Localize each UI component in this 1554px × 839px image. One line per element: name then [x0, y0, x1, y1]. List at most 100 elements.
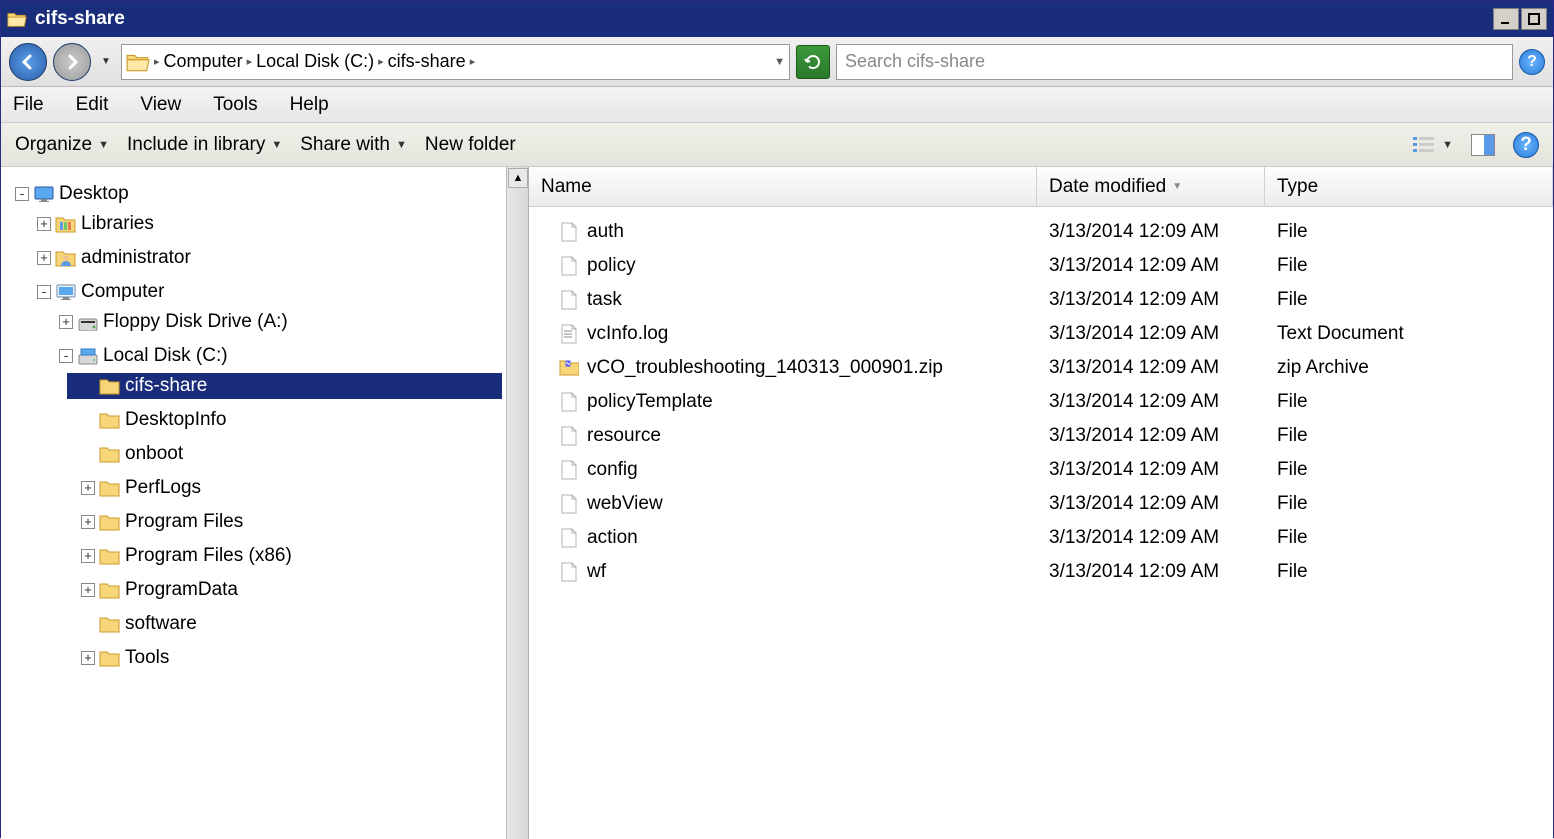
file-name: task — [587, 289, 622, 311]
menu-view[interactable]: View — [140, 94, 181, 116]
tree-item-programdata[interactable]: +ProgramData — [81, 577, 524, 603]
tree-item-perflogs[interactable]: +PerfLogs — [81, 475, 524, 501]
refresh-button[interactable] — [796, 45, 830, 79]
organize-button[interactable]: Organize▼ — [15, 134, 109, 156]
file-icon — [559, 256, 579, 276]
expand-icon[interactable]: + — [59, 315, 73, 329]
tree-item-computer[interactable]: -Computer — [37, 279, 524, 305]
tree-item-desktopinfo[interactable]: DesktopInfo — [81, 407, 524, 433]
file-name: policy — [587, 255, 636, 277]
view-mode-button[interactable]: ▼ — [1412, 135, 1453, 155]
expand-icon[interactable]: + — [37, 217, 51, 231]
folder-icon — [99, 513, 121, 531]
file-type: File — [1277, 493, 1308, 515]
help-button[interactable]: ? — [1519, 49, 1545, 75]
collapse-icon[interactable]: - — [15, 187, 29, 201]
file-name: resource — [587, 425, 661, 447]
file-row[interactable]: vcInfo.log3/13/2014 12:09 AMText Documen… — [529, 317, 1553, 351]
expand-icon[interactable]: + — [81, 583, 95, 597]
file-row[interactable]: vCO_troubleshooting_140313_000901.zip 3/1… — [529, 351, 1553, 385]
expand-icon[interactable]: + — [81, 481, 95, 495]
tree-item-software[interactable]: software — [81, 611, 524, 637]
menu-edit[interactable]: Edit — [76, 94, 109, 116]
toolbar: Organize▼ Include in library▼ Share with… — [1, 123, 1553, 167]
menu-help[interactable]: Help — [290, 94, 329, 116]
file-row[interactable]: webView3/13/2014 12:09 AMFile — [529, 487, 1553, 521]
file-date: 3/13/2014 12:09 AM — [1049, 357, 1219, 379]
tree-item-libraries[interactable]: +Libraries — [37, 211, 524, 237]
file-list: Name Date modified▼ Type auth3/13/2014 1… — [529, 167, 1553, 839]
share-with-button[interactable]: Share with▼ — [300, 134, 407, 156]
file-row[interactable]: config3/13/2014 12:09 AMFile — [529, 453, 1553, 487]
file-date: 3/13/2014 12:09 AM — [1049, 391, 1219, 413]
file-type: File — [1277, 221, 1308, 243]
expand-icon[interactable]: + — [37, 251, 51, 265]
tree-item-tools[interactable]: +Tools — [81, 645, 524, 671]
file-type: File — [1277, 255, 1308, 277]
file-icon — [559, 392, 579, 412]
folder-icon — [99, 445, 121, 463]
folder-icon — [99, 581, 121, 599]
tree-item-administrator[interactable]: +administrator — [37, 245, 524, 271]
breadcrumb-sep[interactable]: ▸ — [154, 55, 160, 68]
file-type: File — [1277, 459, 1308, 481]
tree-item-desktop[interactable]: - Desktop — [15, 181, 524, 207]
file-name: vCO_troubleshooting_140313_000901.zip — [587, 357, 943, 379]
tree-item-localdisk[interactable]: -Local Disk (C:) — [59, 343, 524, 369]
folder-icon — [99, 649, 121, 667]
breadcrumb-part-0[interactable]: Computer — [164, 51, 243, 72]
file-row[interactable]: action 3/13/2014 12:09 AM File — [529, 521, 1553, 555]
file-name: action — [587, 527, 638, 549]
scroll-up-icon[interactable]: ▲ — [508, 168, 528, 188]
column-date[interactable]: Date modified▼ — [1037, 167, 1265, 206]
tree-item-programfilesx86[interactable]: +Program Files (x86) — [81, 543, 524, 569]
navbar: ▼ ▸ Computer ▸ Local Disk (C:) ▸ cifs-sh… — [1, 37, 1553, 87]
back-button[interactable] — [9, 43, 47, 81]
tree-item-floppy[interactable]: +Floppy Disk Drive (A:) — [59, 309, 524, 335]
file-icon — [559, 562, 579, 582]
menu-file[interactable]: File — [13, 94, 44, 116]
file-row[interactable]: resource3/13/2014 12:09 AMFile — [529, 419, 1553, 453]
breadcrumb-sep[interactable]: ▸ — [247, 55, 253, 68]
new-folder-button[interactable]: New folder — [425, 134, 516, 156]
file-row[interactable]: wf3/13/2014 12:09 AMFile — [529, 555, 1553, 589]
expand-icon[interactable]: + — [81, 651, 95, 665]
expand-icon[interactable]: + — [81, 549, 95, 563]
forward-button[interactable] — [53, 43, 91, 81]
folder-icon — [99, 377, 121, 395]
tree-item-cifs-share[interactable]: cifs-share — [67, 373, 502, 399]
tree-item-programfiles[interactable]: +Program Files — [81, 509, 524, 535]
folder-icon — [99, 547, 121, 565]
menu-tools[interactable]: Tools — [213, 94, 257, 116]
toolbar-help-button[interactable]: ? — [1513, 132, 1539, 158]
nav-history-dropdown[interactable]: ▼ — [97, 53, 115, 71]
breadcrumb-part-2[interactable]: cifs-share — [388, 51, 466, 72]
column-type[interactable]: Type — [1265, 167, 1553, 206]
computer-icon — [55, 283, 77, 301]
maximize-button[interactable] — [1521, 8, 1547, 30]
search-input[interactable]: Search cifs-share — [836, 44, 1513, 80]
file-date: 3/13/2014 12:09 AM — [1049, 527, 1219, 549]
file-row[interactable]: auth3/13/2014 12:09 AMFile — [529, 215, 1553, 249]
file-type: File — [1277, 527, 1308, 549]
breadcrumb-sep[interactable]: ▸ — [378, 55, 384, 68]
file-row[interactable]: policy3/13/2014 12:09 AMFile — [529, 249, 1553, 283]
minimize-button[interactable] — [1493, 8, 1519, 30]
preview-pane-button[interactable] — [1471, 134, 1495, 156]
collapse-icon[interactable]: - — [59, 349, 73, 363]
file-row[interactable]: policyTemplate3/13/2014 12:09 AMFile — [529, 385, 1553, 419]
tree-item-onboot[interactable]: onboot — [81, 441, 524, 467]
breadcrumb-part-1[interactable]: Local Disk (C:) — [256, 51, 374, 72]
breadcrumb-sep[interactable]: ▸ — [470, 55, 476, 68]
file-date: 3/13/2014 12:09 AM — [1049, 493, 1219, 515]
breadcrumb[interactable]: ▸ Computer ▸ Local Disk (C:) ▸ cifs-shar… — [121, 44, 790, 80]
column-name[interactable]: Name — [529, 167, 1037, 206]
collapse-icon[interactable]: - — [37, 285, 51, 299]
tree-scrollbar[interactable]: ▲ — [506, 167, 528, 839]
file-date: 3/13/2014 12:09 AM — [1049, 561, 1219, 583]
breadcrumb-dropdown-icon[interactable]: ▼ — [774, 56, 785, 68]
file-icon — [559, 290, 579, 310]
expand-icon[interactable]: + — [81, 515, 95, 529]
file-row[interactable]: task3/13/2014 12:09 AMFile — [529, 283, 1553, 317]
include-in-library-button[interactable]: Include in library▼ — [127, 134, 282, 156]
